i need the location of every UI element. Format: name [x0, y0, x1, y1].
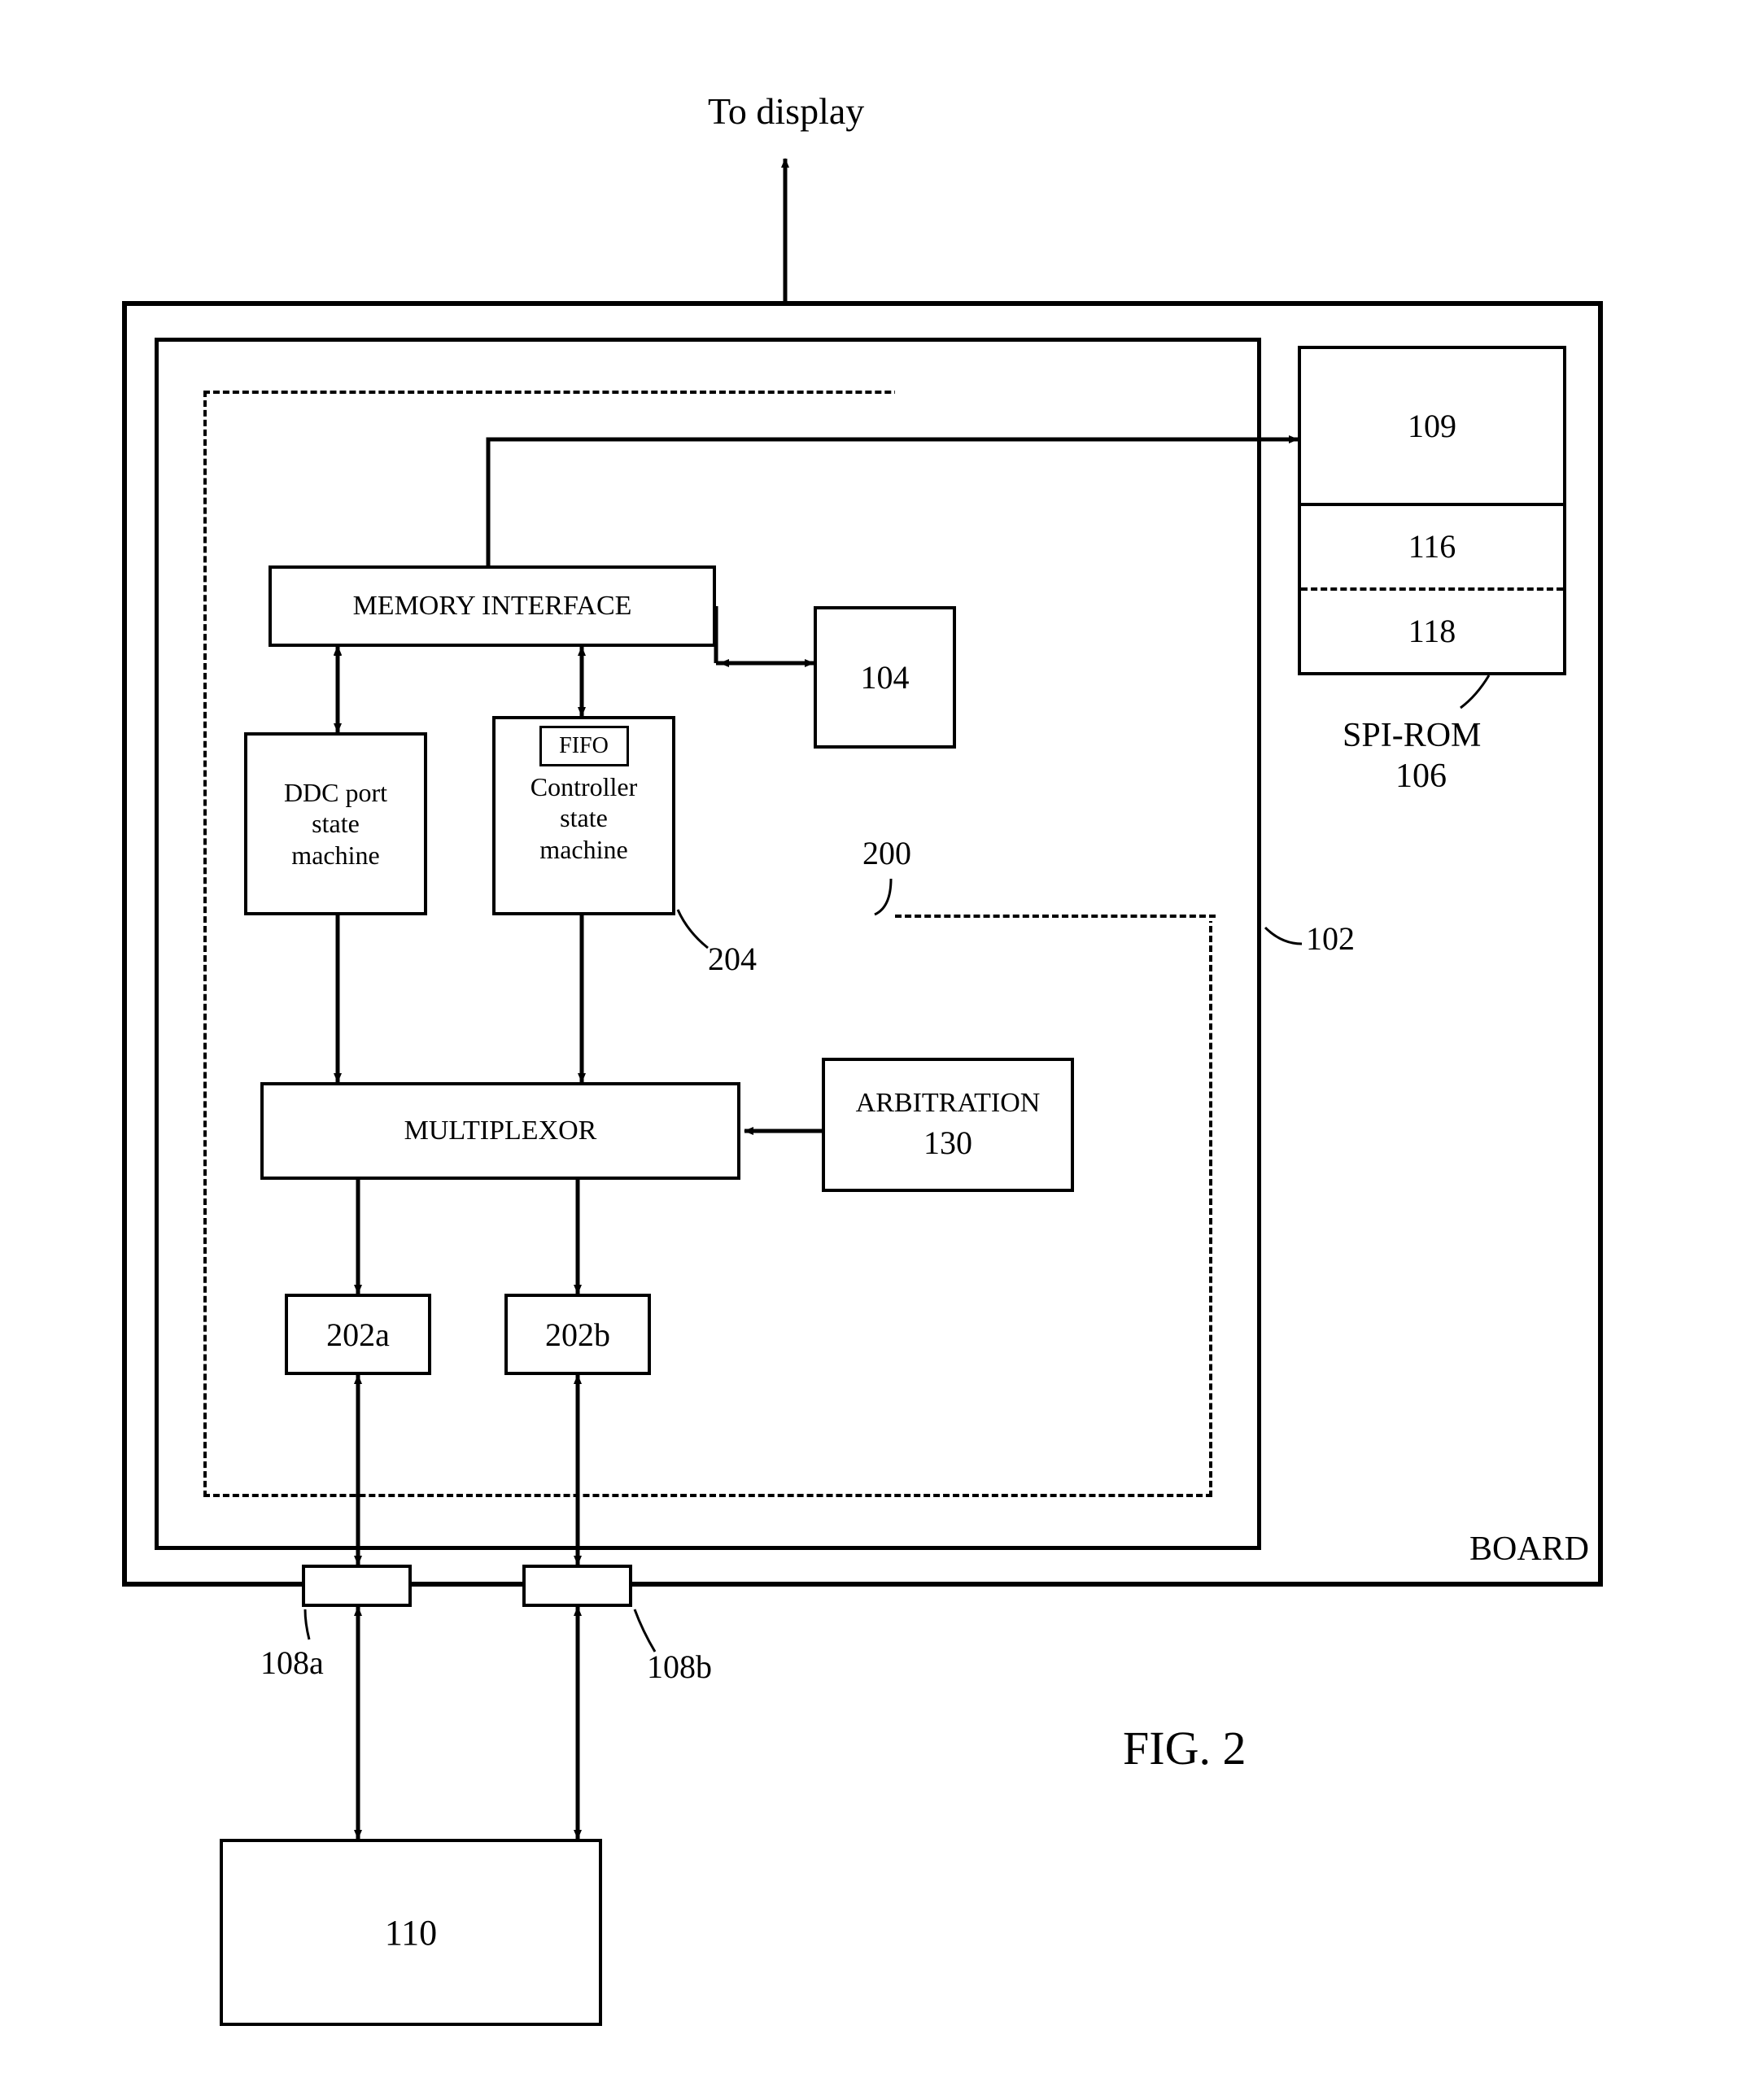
block-104: 104: [814, 606, 956, 749]
arbitration-num: 130: [923, 1122, 972, 1164]
diagram-canvas: To display 109 116 118 SPI-ROM 106 MEMOR…: [0, 0, 1764, 2100]
connector-108a: [302, 1565, 412, 1607]
arbitration-text: ARBITRATION: [856, 1085, 1041, 1121]
block-202a: 202a: [285, 1294, 431, 1375]
dashed-step-bottom: [895, 915, 1216, 918]
spi-rom-118: 118: [1301, 591, 1563, 672]
spi-rom-109: 109: [1301, 349, 1563, 503]
ref-102: 102: [1306, 919, 1355, 958]
spi-rom-box: 109 116 118: [1298, 346, 1566, 675]
ref-204: 204: [708, 940, 757, 978]
controller-box: FIFO Controller state machine: [492, 716, 675, 915]
ddc-box: DDC port state machine: [244, 732, 427, 915]
board-label: BOARD: [1469, 1530, 1589, 1569]
controller-text: Controller state machine: [531, 771, 638, 865]
figure-label: FIG. 2: [1123, 1721, 1246, 1775]
arbitration-box: ARBITRATION 130: [822, 1058, 1074, 1192]
multiplexor-box: MULTIPLEXOR: [260, 1082, 740, 1180]
connector-108b: [522, 1565, 632, 1607]
block-110: 110: [220, 1839, 602, 2026]
ref-108a: 108a: [260, 1644, 324, 1682]
spi-rom-116: 116: [1301, 506, 1563, 587]
spi-rom-caption-a: SPI-ROM: [1343, 716, 1481, 755]
block-202b: 202b: [504, 1294, 651, 1375]
ref-200: 200: [862, 834, 911, 872]
ref-108b: 108b: [647, 1648, 712, 1686]
to-display-label: To display: [708, 90, 864, 133]
spi-rom-caption-b: 106: [1395, 757, 1447, 796]
fifo-box: FIFO: [539, 726, 629, 766]
memory-interface-box: MEMORY INTERFACE: [269, 565, 716, 647]
